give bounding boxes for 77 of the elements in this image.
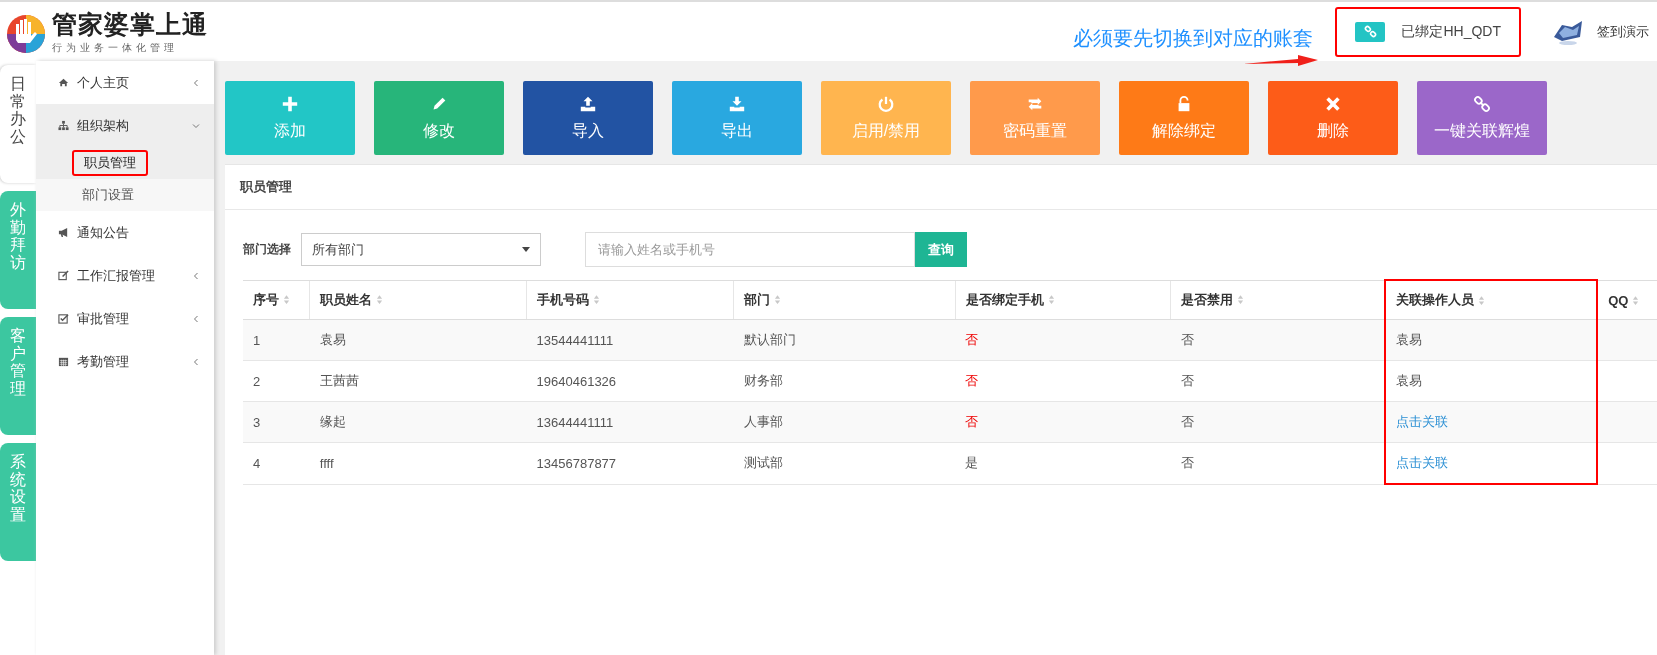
app-tagline: 行为业务一体化管理 (52, 41, 179, 55)
table-cell: 3 (253, 414, 261, 430)
search-field[interactable]: 请输入姓名或手机号 (585, 232, 915, 267)
sort-icon[interactable] (283, 294, 290, 306)
menu-item[interactable]: 组织架构 (36, 104, 214, 147)
link[interactable]: 点击关联 (1395, 414, 1448, 429)
table-cell: 否 (1180, 455, 1194, 471)
table-cell: 否 (1180, 373, 1194, 388)
plus-icon (281, 94, 299, 113)
menu-item[interactable]: 个人主页 (36, 61, 214, 104)
column-header[interactable]: 职员姓名 (320, 291, 373, 307)
sort-icon[interactable] (774, 294, 782, 306)
home-icon (58, 77, 69, 88)
download-icon (728, 94, 746, 113)
submenu-item[interactable]: 职员管理 (72, 150, 148, 176)
sort-icon[interactable] (1047, 294, 1055, 306)
power-icon (877, 94, 895, 113)
link-icon (1355, 21, 1386, 42)
department-select[interactable]: 所有部门 (301, 233, 541, 266)
link[interactable]: 点击关联 (1395, 455, 1448, 470)
table-cell: 否 (1180, 332, 1194, 347)
table-cell: 人事部 (743, 414, 783, 429)
column-header[interactable]: 手机号码 (537, 291, 590, 307)
column-header[interactable]: 是否禁用 (1181, 291, 1234, 307)
table-cell: 缘起 (319, 414, 346, 429)
column-header[interactable]: 关联操作人员 (1395, 292, 1474, 307)
table-cell: 默认部门 (743, 332, 796, 347)
menu-item[interactable]: 通知公告 (36, 211, 214, 254)
menu-item[interactable]: 审批管理 (36, 297, 214, 340)
column-header[interactable]: 部门 (744, 291, 771, 307)
table-cell: 袁易 (319, 332, 346, 347)
table-cell: 13544441111 (536, 332, 614, 348)
table-cell: 否 (965, 332, 979, 347)
annotation-text: 必须要先切换到对应的账套 (1073, 27, 1314, 49)
link-icon (1473, 94, 1491, 113)
table-cell: 19640461326 (536, 373, 617, 389)
table-cell: 袁易 (1395, 332, 1422, 347)
side-tab[interactable]: 日常办公 (0, 65, 36, 183)
menu-item[interactable]: 工作汇报管理 (36, 254, 214, 297)
sort-icon[interactable] (593, 294, 601, 306)
sitemap-icon (58, 120, 69, 131)
column-header[interactable]: 序号 (253, 291, 279, 307)
megaphone-icon (58, 227, 69, 238)
table-cell: 13644441111 (536, 414, 614, 430)
checkbox-icon (58, 313, 69, 324)
table-cell: 4 (253, 455, 261, 471)
submenu-item[interactable]: 部门设置 (72, 184, 144, 206)
user-name[interactable]: 签到演示 (1597, 22, 1649, 41)
calendar-icon (58, 356, 69, 367)
table-cell: 测试部 (743, 455, 783, 471)
app-name: 管家婆掌上通 (52, 9, 208, 40)
binding-status[interactable]: 已绑定HH_QDT (1335, 6, 1521, 57)
table-cell: 是 (965, 455, 979, 471)
table-cell: 13456787877 (536, 455, 617, 471)
sort-icon[interactable] (376, 294, 384, 306)
table-cell: 袁易 (1395, 373, 1422, 388)
table-cell: 王茜茜 (319, 373, 359, 388)
table-cell: 1 (253, 332, 261, 348)
menu-item[interactable]: 考勤管理 (36, 340, 214, 383)
toolbar-button[interactable]: 一键关联辉煌 (1417, 81, 1547, 155)
table-cell: 否 (965, 414, 979, 429)
sort-icon[interactable] (1632, 294, 1640, 306)
table-cell: ffff (319, 455, 334, 471)
sort-icon[interactable] (1237, 294, 1245, 306)
caret-icon (522, 247, 530, 252)
table-cell: 否 (1180, 414, 1194, 429)
edit-icon (58, 270, 69, 281)
sort-icon[interactable] (1477, 294, 1485, 306)
toolbar-button[interactable]: 导入 (523, 81, 653, 155)
column-header[interactable]: 是否绑定手机 (965, 291, 1044, 307)
table-cell: 2 (253, 373, 261, 389)
filter-label: 部门选择 (243, 241, 291, 258)
column-header[interactable]: QQ (1608, 292, 1629, 308)
table-cell: 否 (965, 373, 979, 388)
upload-icon (579, 94, 597, 113)
panel-title: 职员管理 (225, 165, 1657, 210)
table-cell: 财务部 (743, 373, 783, 388)
